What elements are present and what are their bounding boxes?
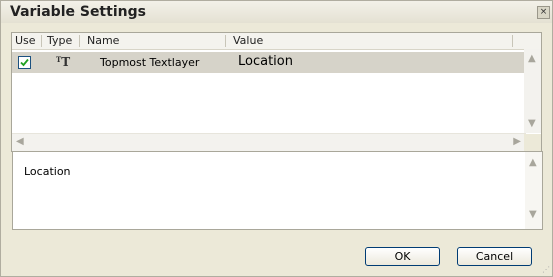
ok-button[interactable]: OK [365,247,440,266]
table-vertical-scrollbar[interactable]: ▲ ▼ [524,49,541,133]
column-header-use[interactable]: Use [15,34,36,49]
table-horizontal-scrollbar[interactable]: ◀ ▶ [12,133,526,151]
row-name: Topmost Textlayer [100,56,200,69]
title-bar[interactable]: Variable Settings × [1,1,552,23]
use-checkbox[interactable] [18,56,31,69]
dialog-title: Variable Settings [10,4,146,20]
column-header-value[interactable]: Value [233,34,263,49]
table-header: Use Type Name Value [12,33,541,50]
variable-settings-dialog: Variable Settings × Use Type Name Value … [0,0,553,277]
scroll-up-icon[interactable]: ▲ [529,158,537,168]
scroll-left-icon[interactable]: ◀ [16,137,24,147]
text-layer-icon-large: T [61,55,71,69]
scroll-down-icon[interactable]: ▼ [528,119,536,129]
close-icon[interactable]: × [537,6,550,19]
cancel-button[interactable]: Cancel [457,247,532,266]
table-row[interactable]: TT Topmost Textlayer Location [12,52,526,73]
column-separator[interactable] [79,35,80,47]
scroll-right-icon[interactable]: ▶ [513,137,521,147]
value-text[interactable]: Location [24,165,71,178]
resize-grip-icon[interactable]: ⋰ [542,265,550,274]
scroll-up-icon[interactable]: ▲ [528,54,536,64]
column-header-name[interactable]: Name [87,34,119,49]
column-separator[interactable] [225,35,226,47]
checkmark-icon [20,58,29,67]
text-area-vertical-scrollbar[interactable]: ▲ ▼ [525,152,542,229]
scroll-down-icon[interactable]: ▼ [529,210,537,220]
variables-table: Use Type Name Value TT Topmost Textlayer… [11,32,542,152]
value-text-area[interactable]: Location ▲ ▼ [12,151,543,230]
column-separator[interactable] [41,35,42,47]
column-header-type[interactable]: Type [47,34,72,49]
scrollbar-corner [524,134,541,151]
column-separator[interactable] [512,35,513,47]
row-value: Location [238,54,293,69]
text-layer-icon: TT [56,55,76,69]
